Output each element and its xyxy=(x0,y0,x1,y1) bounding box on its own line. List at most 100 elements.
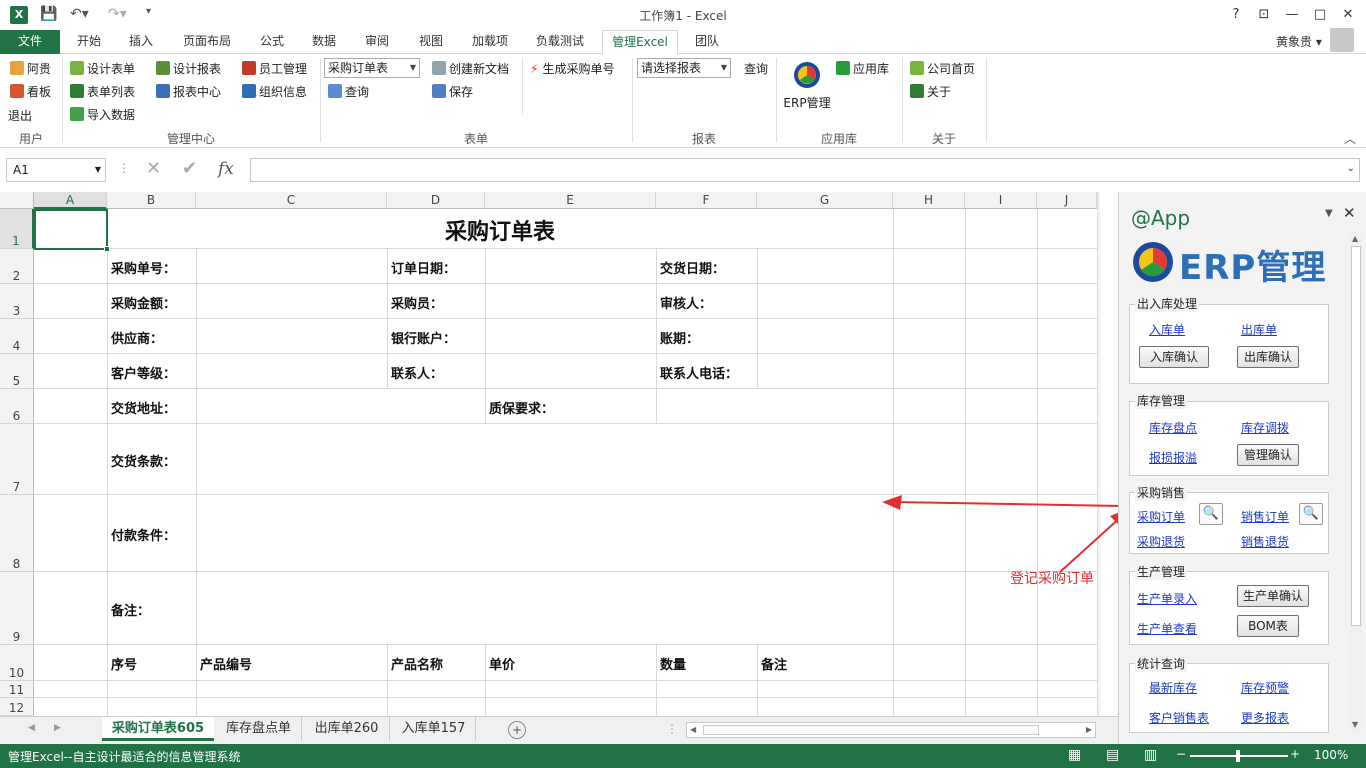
ribbon-display-icon[interactable]: ⊡ xyxy=(1250,4,1278,26)
import-data-button[interactable]: 导入数据 xyxy=(70,106,135,123)
company-home-button[interactable]: 公司首页 xyxy=(910,60,975,77)
restore-button[interactable]: □ xyxy=(1306,4,1334,26)
sales-order-search-button[interactable]: 🔍 xyxy=(1299,503,1323,525)
row-header[interactable]: 11 xyxy=(0,681,34,698)
outbound-link[interactable]: 出库单 xyxy=(1241,321,1277,338)
tab-data[interactable]: 数据 xyxy=(302,30,346,54)
column-header[interactable]: C xyxy=(196,192,387,209)
cell-delivery-date-label[interactable]: 交货日期： xyxy=(660,258,725,277)
outbound-confirm-button[interactable]: 出库确认 xyxy=(1237,346,1299,368)
vertical-scrollbar[interactable]: ▲ ▼ xyxy=(1097,192,1100,716)
help-button[interactable]: ? xyxy=(1222,4,1250,26)
zoom-out-icon[interactable]: − xyxy=(1176,747,1186,761)
sheet-prev-icon[interactable]: ◀ xyxy=(28,723,35,733)
loss-gain-link[interactable]: 报损报溢 xyxy=(1149,449,1197,466)
cell-supplier-label[interactable]: 供应商： xyxy=(111,328,163,347)
stock-alert-link[interactable]: 库存预警 xyxy=(1241,679,1289,696)
selected-cell-a1[interactable] xyxy=(34,209,108,250)
scroll-thumb[interactable] xyxy=(703,725,1039,735)
cell-payment-terms-label[interactable]: 付款条件： xyxy=(111,525,176,544)
scroll-left-icon[interactable]: ◀ xyxy=(690,725,696,734)
cell-delivery-address-label[interactable]: 交货地址： xyxy=(111,398,176,417)
sheet-tab-inventory[interactable]: 库存盘点单 xyxy=(216,717,302,741)
purchase-return-link[interactable]: 采购退货 xyxy=(1137,533,1185,550)
row-header[interactable]: 4 xyxy=(0,319,34,354)
tab-page-layout[interactable]: 页面布局 xyxy=(172,30,242,54)
app-library-button[interactable]: 应用库 xyxy=(836,60,889,77)
production-entry-link[interactable]: 生产单录入 xyxy=(1137,590,1197,607)
transfer-link[interactable]: 库存调拨 xyxy=(1241,419,1289,436)
purchase-order-link[interactable]: 采购订单 xyxy=(1137,508,1185,525)
horizontal-scrollbar[interactable]: ◀ ▶ xyxy=(686,722,1096,738)
tab-home[interactable]: 开始 xyxy=(66,30,112,54)
column-header[interactable]: D xyxy=(387,192,485,209)
add-sheet-icon[interactable]: + xyxy=(508,721,526,739)
page-layout-view-icon[interactable]: ▤ xyxy=(1106,747,1119,763)
sheet-tab-po[interactable]: 采购订单表605 xyxy=(102,717,214,741)
latest-stock-link[interactable]: 最新库存 xyxy=(1149,679,1197,696)
worksheet-grid[interactable]: A B C D E F G H I J 1 2 3 4 5 6 7 8 9 10… xyxy=(0,192,1100,716)
tab-load-test[interactable]: 负载测试 xyxy=(526,30,594,54)
normal-view-icon[interactable]: ▦ xyxy=(1068,747,1081,763)
cell-amount-label[interactable]: 采购金额： xyxy=(111,293,176,312)
sales-return-link[interactable]: 销售退货 xyxy=(1241,533,1289,550)
cell-product-code-header[interactable]: 产品编号 xyxy=(200,654,252,673)
tab-review[interactable]: 审阅 xyxy=(354,30,400,54)
cell-product-name-header[interactable]: 产品名称 xyxy=(391,654,443,673)
more-reports-link[interactable]: 更多报表 xyxy=(1241,709,1289,726)
cell-contact-label[interactable]: 联系人： xyxy=(391,363,443,382)
tab-insert[interactable]: 插入 xyxy=(118,30,164,54)
minimize-button[interactable]: — xyxy=(1278,4,1306,26)
column-header[interactable]: F xyxy=(656,192,757,209)
cell-order-date-label[interactable]: 订单日期： xyxy=(391,258,456,277)
close-button[interactable]: ✕ xyxy=(1334,4,1362,26)
scroll-right-icon[interactable]: ▶ xyxy=(1086,725,1092,734)
row-header[interactable]: 6 xyxy=(0,389,34,424)
dashboard-button[interactable]: 看板 xyxy=(10,83,51,100)
tab-view[interactable]: 视图 xyxy=(408,30,454,54)
report-query-button[interactable]: 查询 xyxy=(744,60,768,77)
cell-customer-level-label[interactable]: 客户等级： xyxy=(111,363,176,382)
tab-manage-excel[interactable]: 管理Excel xyxy=(602,30,678,55)
zoom-level[interactable]: 100% xyxy=(1314,748,1348,762)
gen-po-number-button[interactable]: ⚡ 生成采购单号 xyxy=(530,60,614,77)
form-list-button[interactable]: 表单列表 xyxy=(70,83,135,100)
new-doc-button[interactable]: 创建新文档 xyxy=(432,60,509,77)
design-form-button[interactable]: 设计表单 xyxy=(70,60,135,77)
stocktake-link[interactable]: 库存盘点 xyxy=(1149,419,1197,436)
staff-manage-button[interactable]: 员工管理 xyxy=(242,60,307,77)
row-header[interactable]: 2 xyxy=(0,249,34,284)
fill-handle[interactable] xyxy=(104,246,110,252)
inbound-link[interactable]: 入库单 xyxy=(1149,321,1185,338)
save-form-button[interactable]: 保存 xyxy=(432,83,473,100)
enter-icon[interactable]: ✔ xyxy=(182,158,197,179)
row-header[interactable]: 9 xyxy=(0,572,34,645)
cell-buyer-label[interactable]: 采购员： xyxy=(391,293,443,312)
tab-addins[interactable]: 加载项 xyxy=(462,30,518,54)
formula-input[interactable]: ⌄ xyxy=(250,158,1360,182)
sheet-title[interactable]: 采购订单表 xyxy=(107,214,893,246)
sheet-tab-outbound[interactable]: 出库单260 xyxy=(304,717,390,741)
user-agui-button[interactable]: 阿贵 xyxy=(10,60,51,77)
user-name[interactable]: 黄象贵 ▾ xyxy=(1276,33,1322,50)
column-header[interactable]: B xyxy=(107,192,196,209)
tab-formulas[interactable]: 公式 xyxy=(250,30,294,54)
zoom-slider[interactable] xyxy=(1190,750,1288,762)
cell-reviewer-label[interactable]: 审核人： xyxy=(660,293,712,312)
avatar[interactable] xyxy=(1330,28,1354,52)
report-center-button[interactable]: 报表中心 xyxy=(156,83,221,100)
row-header[interactable]: 3 xyxy=(0,284,34,319)
cell-qty-header[interactable]: 数量 xyxy=(660,654,686,673)
name-box[interactable]: A1 ▼ xyxy=(6,158,106,182)
form-query-button[interactable]: 查询 xyxy=(328,83,369,100)
inbound-confirm-button[interactable]: 入库确认 xyxy=(1139,346,1209,368)
column-header[interactable]: J xyxy=(1037,192,1097,209)
cell-price-header[interactable]: 单价 xyxy=(489,654,515,673)
cell-term-label[interactable]: 账期： xyxy=(660,328,699,347)
column-header[interactable]: I xyxy=(965,192,1037,209)
erp-manage-button[interactable]: ERP管理 xyxy=(782,60,832,112)
pane-scrollbar[interactable]: ▲ ▼ xyxy=(1349,232,1363,732)
scroll-up-icon[interactable]: ▲ xyxy=(1352,234,1358,243)
pane-options-icon[interactable]: ▼ xyxy=(1325,208,1333,219)
collapse-ribbon-icon[interactable]: ︿ xyxy=(1344,130,1356,147)
